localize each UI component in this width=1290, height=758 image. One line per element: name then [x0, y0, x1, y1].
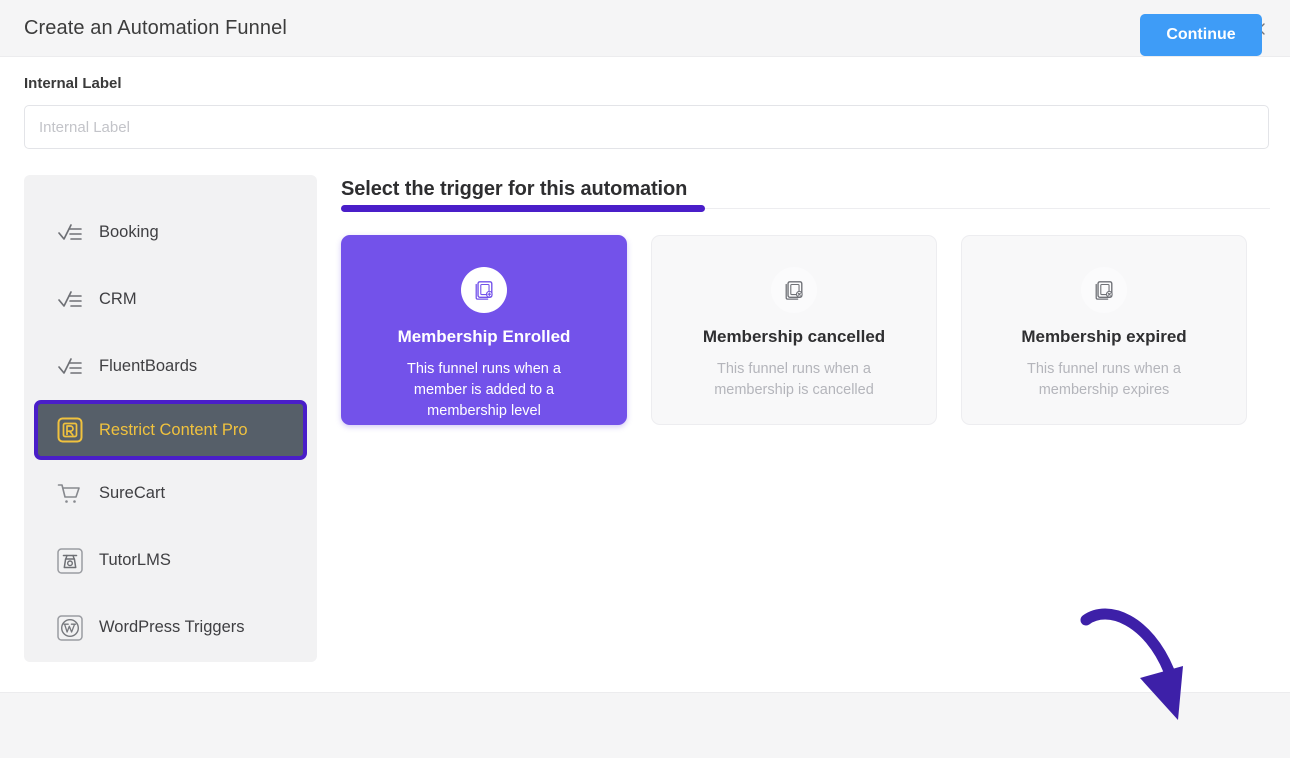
trigger-card-title: Membership Enrolled	[397, 327, 571, 346]
sidebar-item-wordpress-triggers[interactable]: WordPress Triggers	[24, 594, 317, 661]
tutorlms-icon	[55, 546, 85, 576]
sidebar-item-fluentboards[interactable]: FluentBoards	[24, 333, 317, 400]
restrict-content-pro-icon	[55, 415, 85, 445]
wordpress-icon	[55, 613, 85, 643]
shopping-cart-icon	[55, 479, 85, 509]
internal-label-caption: Internal Label	[24, 75, 122, 92]
sidebar-item-tutorlms[interactable]: TutorLMS	[24, 527, 317, 594]
heading-underline	[341, 205, 705, 212]
trigger-card-membership-expired[interactable]: Membership expired This funnel runs when…	[961, 235, 1247, 425]
internal-label-input[interactable]	[24, 105, 1269, 149]
trigger-card-description: This funnel runs when a membership expir…	[1027, 361, 1181, 398]
sidebar-item-label: TutorLMS	[99, 551, 171, 569]
sidebar-item-label: Booking	[99, 223, 159, 241]
document-add-icon	[461, 267, 507, 313]
document-cancel-icon	[1081, 267, 1127, 313]
create-automation-funnel-modal: Create an Automation Funnel Internal Lab…	[0, 0, 1290, 758]
sidebar-item-label: WordPress Triggers	[99, 618, 245, 636]
sidebar-item-crm[interactable]: CRM	[24, 266, 317, 333]
sidebar-item-booking[interactable]: Booking	[24, 199, 317, 266]
checklist-icon	[55, 352, 85, 382]
sidebar-item-label: FluentBoards	[99, 357, 198, 375]
section-divider	[705, 208, 1270, 209]
sidebar-item-label: CRM	[99, 290, 137, 308]
sidebar-item-label: SureCart	[99, 484, 166, 502]
sidebar-item-restrict-content-pro[interactable]: Restrict Content Pro	[34, 400, 307, 460]
document-cancel-icon	[771, 267, 817, 313]
page-title: Create an Automation Funnel	[24, 17, 287, 39]
modal-footer	[0, 692, 1290, 758]
trigger-card-title: Membership expired	[1021, 327, 1187, 346]
continue-button[interactable]: Continue	[1140, 14, 1262, 56]
trigger-card-membership-enrolled[interactable]: Membership Enrolled This funnel runs whe…	[341, 235, 627, 425]
trigger-card-description: This funnel runs when a member is added …	[407, 361, 561, 419]
trigger-section-heading: Select the trigger for this automation	[341, 178, 688, 200]
sidebar-item-surecart[interactable]: SureCart	[24, 460, 317, 527]
trigger-card-title: Membership cancelled	[702, 327, 886, 346]
checklist-icon	[55, 285, 85, 315]
trigger-card-membership-cancelled[interactable]: Membership cancelled This funnel runs wh…	[651, 235, 937, 425]
checklist-icon	[55, 218, 85, 248]
trigger-source-sidebar: Booking CRM FluentBoards Restrict Conten…	[24, 175, 317, 662]
sidebar-item-label: Restrict Content Pro	[99, 420, 248, 439]
trigger-card-list: Membership Enrolled This funnel runs whe…	[341, 235, 1247, 425]
trigger-card-description: This funnel runs when a membership is ca…	[714, 361, 874, 398]
